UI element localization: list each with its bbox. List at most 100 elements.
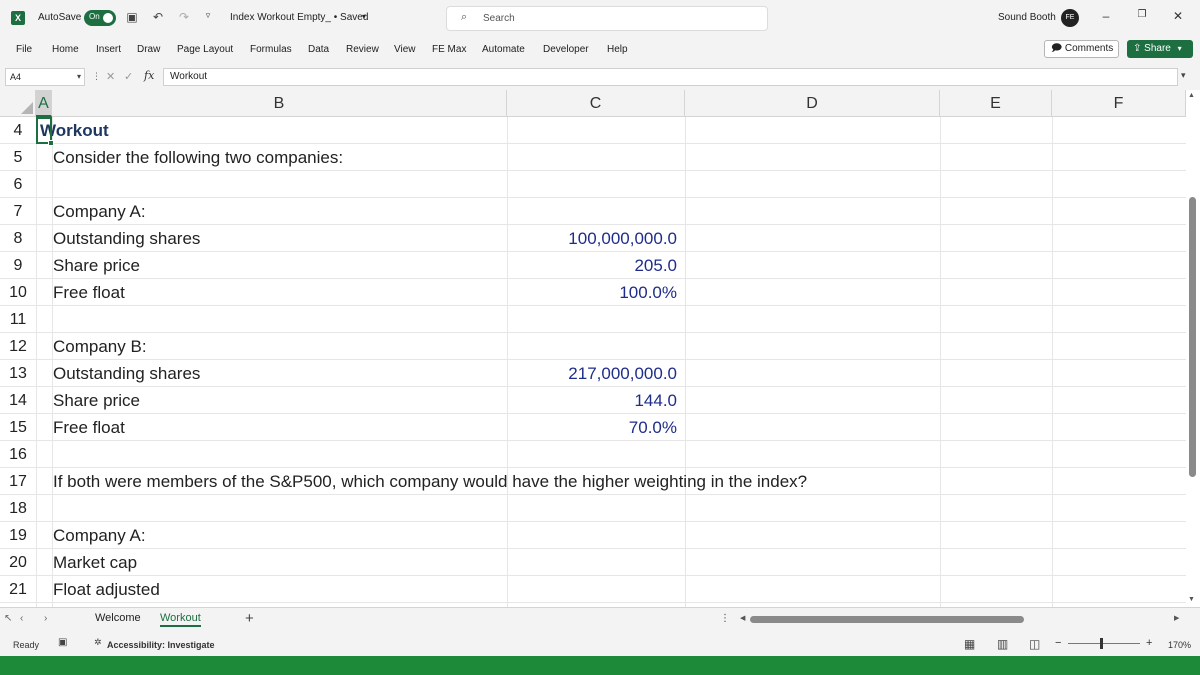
tab-fe-max[interactable]: FE Max	[432, 44, 466, 55]
row-header-9[interactable]: 9	[0, 252, 36, 279]
page-layout-view-icon[interactable]: ▥	[997, 637, 1008, 651]
minimize-icon[interactable]: –	[1096, 9, 1116, 23]
enter-icon[interactable]: ✓	[124, 70, 133, 83]
column-header-c[interactable]: C	[507, 90, 685, 117]
tab-help[interactable]: Help	[607, 44, 628, 55]
accessibility-status[interactable]: Accessibility: Investigate	[107, 640, 215, 650]
redo-icon[interactable]: ↷	[176, 10, 192, 24]
more-options-icon[interactable]: ⋮	[92, 71, 101, 82]
sheet-tab-workout[interactable]: Workout	[160, 612, 201, 627]
name-box[interactable]: A4 ▾	[5, 68, 85, 86]
autosave-toggle[interactable]: On	[84, 10, 116, 26]
row-header-10[interactable]: 10	[0, 279, 36, 306]
column-header-f[interactable]: F	[1052, 90, 1186, 117]
scroll-left-icon[interactable]: ◀	[740, 614, 745, 622]
add-sheet-icon[interactable]: +	[245, 610, 254, 627]
select-all-corner[interactable]	[0, 90, 36, 117]
tab-file[interactable]: File	[16, 44, 32, 55]
row-header-12[interactable]: 12	[0, 333, 36, 360]
macro-record-icon[interactable]: ▣	[58, 637, 67, 648]
tab-formulas[interactable]: Formulas	[250, 44, 292, 55]
cell-b7[interactable]: Company A:	[53, 198, 146, 225]
cell-b14[interactable]: Share price	[53, 387, 140, 414]
zoom-in-icon[interactable]: +	[1146, 637, 1152, 649]
row-header-13[interactable]: 13	[0, 360, 36, 387]
row-header-17[interactable]: 17	[0, 468, 36, 495]
row-header-7[interactable]: 7	[0, 198, 36, 225]
formula-input[interactable]: Workout	[163, 68, 1178, 86]
fill-handle[interactable]	[48, 140, 54, 146]
zoom-slider[interactable]	[1068, 643, 1140, 644]
tab-view[interactable]: View	[394, 44, 416, 55]
cell-c14[interactable]: 144.0	[507, 387, 677, 414]
row-header-11[interactable]: 11	[0, 306, 36, 333]
row-header-21[interactable]: 21	[0, 576, 36, 603]
tab-automate[interactable]: Automate	[482, 44, 525, 55]
row-header-4[interactable]: 4	[0, 117, 36, 144]
cancel-icon[interactable]: ✕	[106, 70, 115, 83]
horizontal-scroll-thumb[interactable]	[750, 616, 1024, 623]
zoom-out-icon[interactable]: −	[1055, 637, 1061, 649]
worksheet-grid[interactable]: A B C D E F 4 5 6 7 8 9 10 11 12 13 14 1…	[0, 90, 1200, 607]
cell-c13[interactable]: 217,000,000.0	[507, 360, 677, 387]
cell-b15[interactable]: Free float	[53, 414, 125, 441]
row-header-6[interactable]: 6	[0, 171, 36, 198]
column-header-d[interactable]: D	[685, 90, 940, 117]
cell-b21[interactable]: Float adjusted	[53, 576, 160, 603]
cell-b13[interactable]: Outstanding shares	[53, 360, 200, 387]
tab-draw[interactable]: Draw	[137, 44, 160, 55]
scroll-up-icon[interactable]: ▲	[1188, 92, 1195, 99]
tab-developer[interactable]: Developer	[543, 44, 589, 55]
cell-b19[interactable]: Company A:	[53, 522, 146, 549]
share-button[interactable]: ⇪ Share ▾	[1127, 40, 1193, 58]
chevron-down-icon[interactable]: ▾	[362, 12, 366, 21]
avatar[interactable]: FE	[1061, 9, 1079, 27]
more-options-icon[interactable]: ⋮	[720, 613, 730, 624]
row-header-14[interactable]: 14	[0, 387, 36, 414]
column-header-b[interactable]: B	[52, 90, 507, 117]
row-header-8[interactable]: 8	[0, 225, 36, 252]
row-header-5[interactable]: 5	[0, 144, 36, 171]
restore-icon[interactable]: ❐	[1132, 9, 1152, 20]
sheet-prev-icon[interactable]: ‹	[20, 613, 23, 624]
page-break-view-icon[interactable]: ◫	[1029, 637, 1040, 651]
cell-c15[interactable]: 70.0%	[507, 414, 677, 441]
cell-c10[interactable]: 100.0%	[507, 279, 677, 306]
column-header-a[interactable]: A	[36, 90, 52, 117]
cell-b12[interactable]: Company B:	[53, 333, 147, 360]
undo-icon[interactable]: ↶	[150, 10, 166, 24]
scroll-down-icon[interactable]: ▼	[1188, 596, 1195, 603]
row-header-16[interactable]: 16	[0, 441, 36, 468]
cell-c8[interactable]: 100,000,000.0	[507, 225, 677, 252]
cell-b9[interactable]: Share price	[53, 252, 140, 279]
tab-page-layout[interactable]: Page Layout	[177, 44, 233, 55]
horizontal-scrollbar[interactable]: ◀ ▶	[740, 614, 1182, 623]
expand-formula-bar-icon[interactable]: ▾	[1181, 70, 1186, 81]
tab-insert[interactable]: Insert	[96, 44, 121, 55]
sheet-next-icon[interactable]: ›	[44, 613, 47, 624]
save-icon[interactable]: ▣	[124, 10, 140, 24]
tab-home[interactable]: Home	[52, 44, 79, 55]
accessibility-icon[interactable]: ✲	[94, 637, 102, 648]
comments-button[interactable]: 🗩 Comments	[1044, 40, 1119, 58]
normal-view-icon[interactable]: ▦	[964, 637, 975, 651]
tab-data[interactable]: Data	[308, 44, 329, 55]
row-header-20[interactable]: 20	[0, 549, 36, 576]
chevron-down-icon[interactable]: ▾	[77, 69, 81, 85]
row-header-15[interactable]: 15	[0, 414, 36, 441]
row-header-19[interactable]: 19	[0, 522, 36, 549]
user-name[interactable]: Sound Booth	[998, 12, 1056, 23]
cell-b20[interactable]: Market cap	[53, 549, 137, 576]
vertical-scrollbar[interactable]: ▲ ▼	[1186, 90, 1200, 607]
scroll-right-icon[interactable]: ▶	[1174, 614, 1179, 622]
tab-review[interactable]: Review	[346, 44, 379, 55]
vertical-scroll-thumb[interactable]	[1189, 197, 1196, 477]
zoom-slider-thumb[interactable]	[1100, 638, 1103, 649]
zoom-level[interactable]: 170%	[1168, 640, 1191, 650]
cell-b8[interactable]: Outstanding shares	[53, 225, 200, 252]
cell-b10[interactable]: Free float	[53, 279, 125, 306]
file-name[interactable]: Index Workout Empty_ • Saved	[230, 12, 368, 23]
cell-b17[interactable]: If both were members of the S&P500, whic…	[53, 468, 807, 495]
cell-c9[interactable]: 205.0	[507, 252, 677, 279]
cell-b5[interactable]: Consider the following two companies:	[53, 144, 343, 171]
